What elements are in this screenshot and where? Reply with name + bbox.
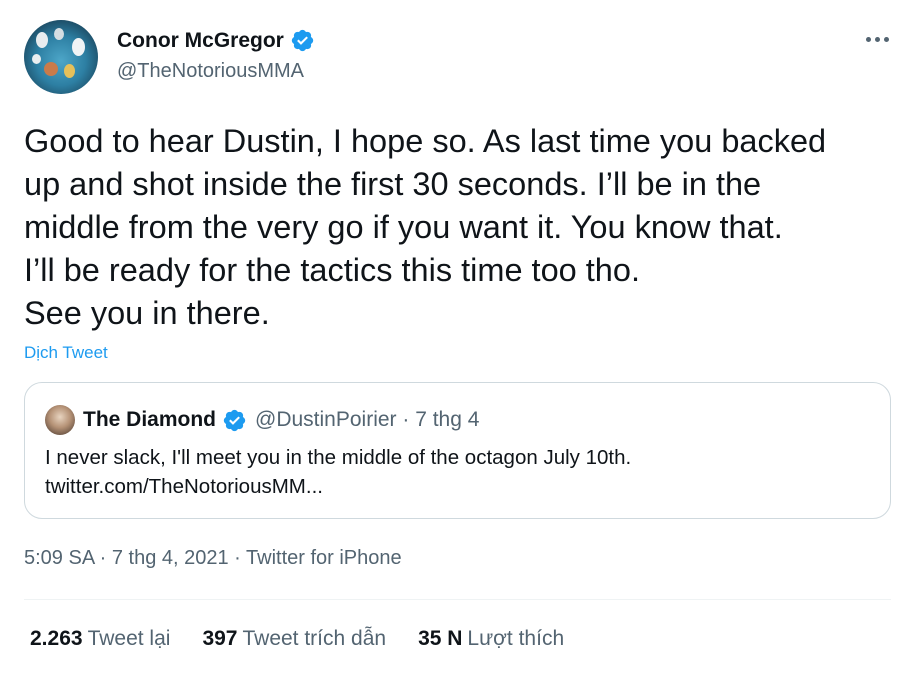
quote-tweets-label: Tweet trích dẫn	[242, 627, 387, 650]
quote-tweets-stat[interactable]: 397 Tweet trích dẫn	[202, 627, 386, 651]
avatar-figure	[64, 64, 75, 78]
tweet-metadata: 5:09 SA · 7 thg 4, 2021 · Twitter for iP…	[24, 547, 402, 570]
retweets-count: 2.263	[30, 627, 83, 650]
tweet-source[interactable]: Twitter for iPhone	[246, 547, 402, 569]
likes-stat[interactable]: 35 N Lượt thích	[418, 627, 564, 651]
verified-badge-icon	[223, 409, 246, 431]
author-avatar[interactable]	[24, 20, 98, 94]
tweet-timestamp[interactable]: 5:09 SA · 7 thg 4, 2021 ·	[24, 547, 246, 569]
quoted-author-name[interactable]: The Diamond	[83, 408, 216, 432]
avatar-figure	[32, 54, 41, 64]
tweet-text: Good to hear Dustin, I hope so. As last …	[24, 123, 827, 331]
quoted-tweet-text: I never slack, I'll meet you in the midd…	[45, 446, 632, 498]
author-name-row[interactable]: Conor McGregor	[117, 28, 315, 53]
verified-badge-icon	[291, 29, 314, 52]
more-options-icon[interactable]	[862, 28, 892, 50]
likes-label: Lượt thích	[467, 627, 565, 650]
quoted-tweet-header: The Diamond @DustinPoirier · 7 thg 4	[45, 405, 479, 435]
retweets-label: Tweet lại	[87, 627, 171, 650]
tweet-stats: 2.263 Tweet lại 397 Tweet trích dẫn 35 N Lư…	[30, 627, 564, 651]
divider	[24, 599, 891, 600]
quote-tweets-count: 397	[202, 627, 238, 650]
author-handle[interactable]: @TheNotoriousMMA	[117, 60, 304, 83]
avatar-figure	[54, 28, 64, 40]
avatar-figure	[36, 32, 48, 48]
retweets-stat[interactable]: 2.263 Tweet lại	[30, 627, 170, 651]
quoted-tweet[interactable]: The Diamond @DustinPoirier · 7 thg 4 I n…	[24, 382, 891, 519]
author-name[interactable]: Conor McGregor	[117, 29, 284, 53]
translate-tweet-link[interactable]: Dịch Tweet	[24, 343, 108, 363]
likes-count: 35 N	[418, 627, 463, 650]
avatar-figure	[44, 62, 58, 76]
tweet-card: Conor McGregor @TheNotoriousMMA Good to …	[0, 0, 915, 675]
quoted-author-avatar[interactable]	[45, 405, 75, 435]
avatar-figure	[72, 38, 85, 56]
quoted-author-handle-date: @DustinPoirier · 7 thg 4	[255, 408, 480, 431]
